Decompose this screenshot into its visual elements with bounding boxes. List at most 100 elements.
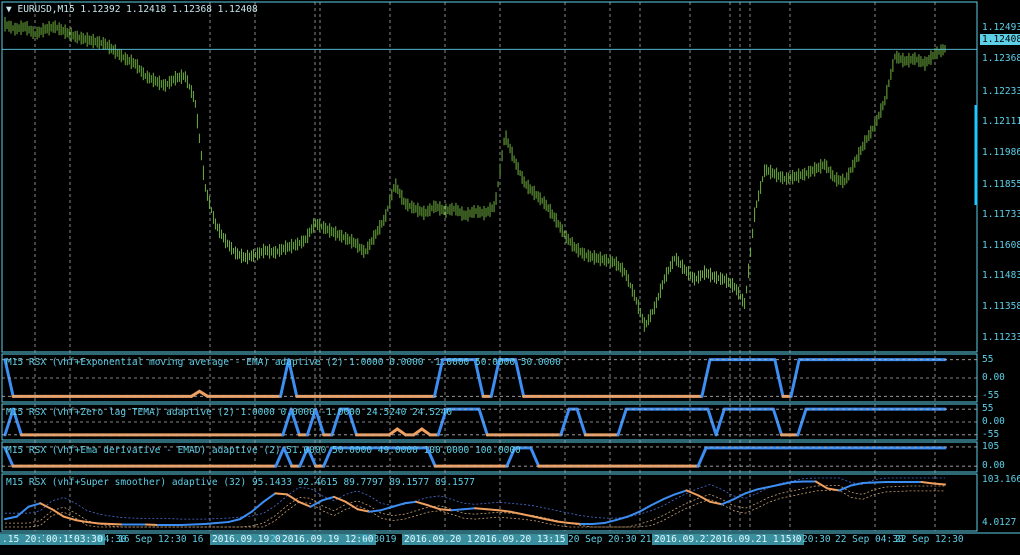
price-tick: 1.12111	[982, 116, 1020, 127]
rsx-segment	[414, 429, 422, 435]
smoother-segment	[851, 483, 863, 485]
smoother-segment	[557, 522, 569, 523]
indicator-tick: 55	[982, 354, 993, 365]
smoother-segment	[651, 499, 663, 505]
time-tick: 15	[778, 534, 793, 545]
smoother-segment	[452, 509, 464, 510]
indicator-tick: -55	[982, 429, 999, 440]
smoother-segment	[663, 494, 675, 499]
symbol-title: EURUSD,M15	[17, 4, 74, 15]
smoother-segment	[839, 485, 851, 490]
smoother-segment	[264, 493, 276, 501]
smoother-segment	[205, 523, 217, 524]
smoother-segment	[757, 487, 769, 489]
smoother-segment	[781, 482, 793, 484]
smoother-segment	[745, 489, 757, 493]
indicator-tick: 55	[982, 403, 993, 414]
smoother-segment	[628, 512, 640, 517]
time-tick: 20 Sep 20:30	[568, 534, 637, 545]
smoother-segment	[228, 519, 240, 522]
time-tick: 2:30	[362, 534, 385, 545]
smoother-segment	[440, 509, 452, 510]
price-tick: 1.11233	[982, 332, 1020, 343]
smoother-segment	[816, 482, 828, 489]
price-tick: 1.11608	[982, 240, 1020, 251]
time-tick: 22 Sep 12:30	[895, 534, 964, 545]
indicator-tick: 103.1663	[982, 474, 1020, 485]
time-tick: 21	[640, 534, 651, 545]
indicator-tick: 105	[982, 441, 999, 452]
smoother-segment	[698, 495, 710, 501]
price-tick: 1.11855	[982, 179, 1020, 190]
smoother-segment	[522, 514, 534, 516]
rsx-tema-title: M15 RSX (vhf+Zero lag TEMA) adaptive (2)…	[6, 407, 452, 418]
smoother-segment	[240, 512, 252, 519]
chart-window[interactable]: ▼ EURUSD,M15 1.12392 1.12418 1.12368 1.1…	[0, 0, 1020, 551]
smoother-segment	[393, 503, 405, 506]
ohlc-values: 1.12392 1.12418 1.12368 1.12408	[80, 4, 257, 15]
indicator-tick: 4.0127	[982, 517, 1016, 528]
rsx-segment	[698, 448, 706, 466]
smoother-segment	[40, 503, 52, 509]
price-tick: 1.11483	[982, 270, 1020, 281]
price-tick: 1.11358	[982, 301, 1020, 312]
smoother-segment	[710, 502, 722, 504]
time-tick: 2	[270, 534, 276, 545]
smoother-segment	[616, 517, 628, 520]
smoother-segment	[922, 482, 934, 483]
rsx-emad-title: M15 RSX (vhf+Ema derivative - EMAD) adap…	[6, 445, 521, 456]
smoother-segment	[933, 484, 945, 485]
smoother-segment	[569, 523, 581, 524]
smoother-segment	[463, 508, 475, 509]
smoother-segment	[534, 517, 546, 519]
smoother-segment	[5, 517, 17, 519]
time-tick: 22 Sep 04:30	[835, 534, 904, 545]
rsx-ema-title: M15 RSX (vhf+Exponential moving average …	[6, 357, 561, 368]
chart-canvas[interactable]	[0, 0, 1020, 551]
indicator-tick: 0.00	[982, 416, 1005, 427]
smoother-segment	[287, 494, 299, 501]
price-tick: 1.11733	[982, 209, 1020, 220]
time-tick: 20:30	[802, 534, 831, 545]
time-tick: 2016.09.20 13:15	[472, 534, 568, 545]
time-tick: 16	[192, 534, 203, 545]
smoother-segment	[475, 508, 487, 509]
smoother-segment	[252, 502, 264, 512]
smoother-segment	[640, 505, 652, 511]
smoother-segment	[299, 502, 311, 507]
smoother-segment	[17, 507, 29, 517]
menu-triangle-icon[interactable]: ▼	[6, 4, 12, 15]
time-tick: 2016.09.21	[652, 534, 713, 545]
smoother-segment	[675, 490, 687, 494]
smoother-segment	[322, 497, 334, 500]
smoother-segment	[311, 500, 323, 506]
indicator-tick: 0.00	[982, 460, 1005, 471]
smoother-segment	[510, 512, 522, 514]
smoother-segment	[546, 519, 558, 521]
rsx-segment	[422, 429, 430, 435]
price-tick: 1.11986	[982, 147, 1020, 158]
rsx-segment	[531, 448, 539, 466]
smoother-segment	[405, 502, 417, 503]
smoother-segment	[217, 522, 229, 523]
current-price-label: 1.12408	[980, 34, 1020, 45]
price-tick: 1.12493	[982, 22, 1020, 33]
smoother-segment	[687, 490, 699, 495]
chart-header: ▼ EURUSD,M15 1.12392 1.12418 1.12368 1.1…	[6, 4, 258, 15]
smoother-band	[5, 486, 945, 528]
smoother-segment	[593, 523, 605, 524]
smoother-segment	[769, 485, 781, 487]
time-tick: 16 Sep 12:30	[118, 534, 187, 545]
smoother-segment	[416, 502, 428, 505]
price-tick: 1.12368	[982, 53, 1020, 64]
smoother-segment	[369, 510, 381, 511]
indicator-tick: -55	[982, 390, 999, 401]
indicator-tick: 0.00	[982, 372, 1005, 383]
smoother-segment	[275, 493, 287, 494]
smoother-segment	[487, 509, 499, 510]
rsx-segment	[397, 429, 405, 435]
smoother-segment	[87, 522, 99, 523]
smoother-segment	[29, 503, 41, 506]
price-tick: 1.12233	[982, 86, 1020, 97]
smoother-segment	[499, 510, 511, 511]
